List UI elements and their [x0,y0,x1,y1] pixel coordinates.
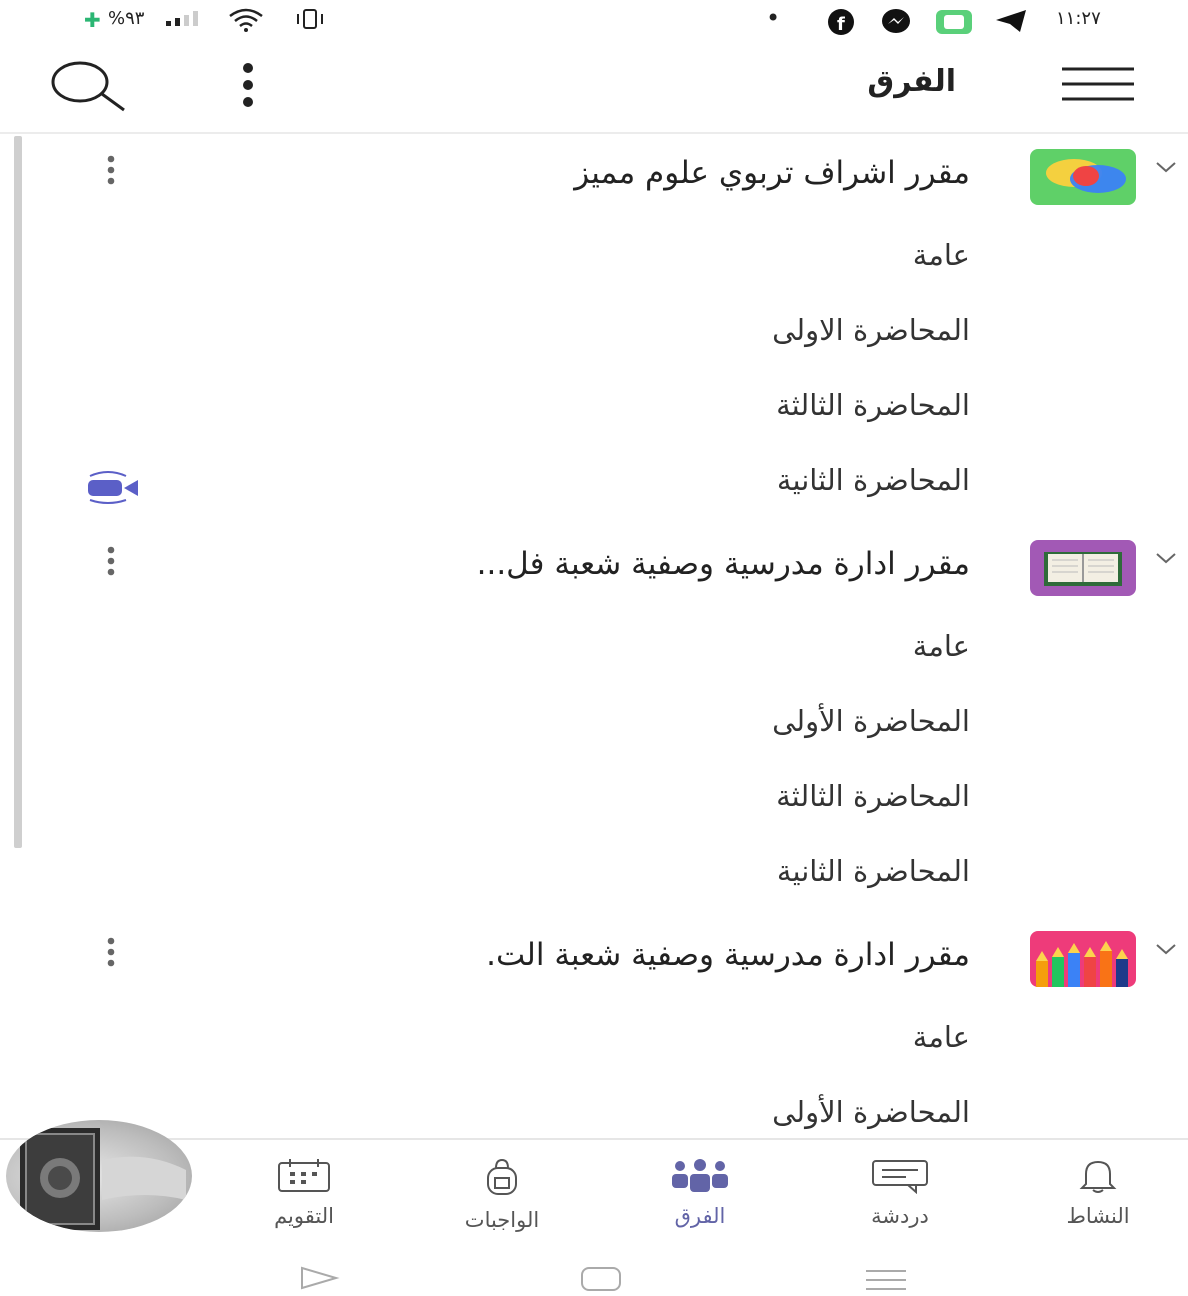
nav-label: التقويم [274,1204,334,1228]
channel-item[interactable]: المحاضرة الأولى [772,704,970,738]
channel-item[interactable]: المحاضرة الاولى [772,313,970,347]
menu-icon[interactable] [1060,66,1136,106]
more-options-icon[interactable] [236,62,260,112]
team-name[interactable]: مقرر ادارة مدرسية وصفية شعبة فل... [477,546,970,582]
pencils-logo-icon [1030,931,1136,987]
chat-icon [872,1160,928,1195]
floating-avatar[interactable] [6,1120,192,1232]
app-header: الفرق [0,42,1188,134]
nav-label: دردشة [871,1204,929,1228]
vibrate-icon [292,8,328,35]
book-logo-icon [1030,540,1136,596]
clock: ١١:٢٧ [1056,8,1101,29]
team-options-icon[interactable] [104,546,118,580]
nav-activity[interactable]: النشاط [1018,1158,1178,1228]
chevron-down-icon[interactable] [1154,941,1178,961]
svg-text:f: f [837,14,845,35]
team-row[interactable]: مقرر ادارة مدرسية وصفية شعبة الت. [0,923,1188,993]
nav-label: الواجبات [464,1208,540,1232]
nav-calendar[interactable]: التقويم [224,1158,384,1228]
status-bar: ✚ %٩٣ • f ١١:٢٧ [0,0,1188,42]
bell-icon [1079,1160,1117,1193]
system-navigation-bar [0,1238,1188,1293]
messenger-icon [880,8,912,41]
channel-item[interactable]: عامة [913,238,970,272]
nav-teams[interactable]: الفرق [620,1158,780,1228]
team-name[interactable]: مقرر ادارة مدرسية وصفية شعبة الت. [486,937,970,973]
video-meeting-icon[interactable] [84,470,142,508]
chat-bubbles-logo-icon [1030,149,1136,205]
channel-item[interactable]: عامة [913,629,970,663]
channel-item[interactable]: المحاضرة الثانية [777,854,970,888]
facebook-icon: f [826,8,856,41]
nav-label: الفرق [674,1204,726,1228]
recent-apps-icon[interactable] [864,1268,908,1296]
chevron-down-icon[interactable] [1154,159,1178,179]
channel-item[interactable]: المحاضرة الأولى [772,1095,970,1129]
teams-icon [672,1159,728,1192]
nav-assignments[interactable]: الواجبات [422,1158,582,1232]
calendar-icon [278,1159,330,1192]
team-options-icon[interactable] [104,155,118,189]
channel-item[interactable]: عامة [913,1020,970,1054]
battery-level: %٩٣ [108,8,145,29]
telegram-icon [994,8,1028,39]
team-row[interactable]: مقرر ادارة مدرسية وصفية شعبة فل... [0,532,1188,602]
wifi-icon [228,8,264,37]
back-icon[interactable] [298,1264,342,1296]
signal-icon [164,8,212,33]
nav-label: النشاط [1066,1204,1130,1228]
dot-icon: • [766,4,781,32]
search-icon[interactable] [46,58,130,118]
chevron-down-icon[interactable] [1154,550,1178,570]
assignments-icon [487,1158,517,1195]
team-row[interactable]: مقرر اشراف تربوي علوم مميز [0,141,1188,211]
app-notification-icon [934,8,974,41]
channel-item[interactable]: المحاضرة الثانية [777,463,970,497]
page-title: الفرق [867,64,956,99]
channel-item[interactable]: المحاضرة الثالثة [776,388,970,422]
channel-item[interactable]: المحاضرة الثالثة [776,779,970,813]
nav-chat[interactable]: دردشة [820,1158,980,1228]
charging-icon: ✚ [84,8,101,32]
team-options-icon[interactable] [104,937,118,971]
home-icon[interactable] [580,1266,622,1296]
team-name[interactable]: مقرر اشراف تربوي علوم مميز [574,155,970,191]
scrollbar[interactable] [14,136,22,848]
